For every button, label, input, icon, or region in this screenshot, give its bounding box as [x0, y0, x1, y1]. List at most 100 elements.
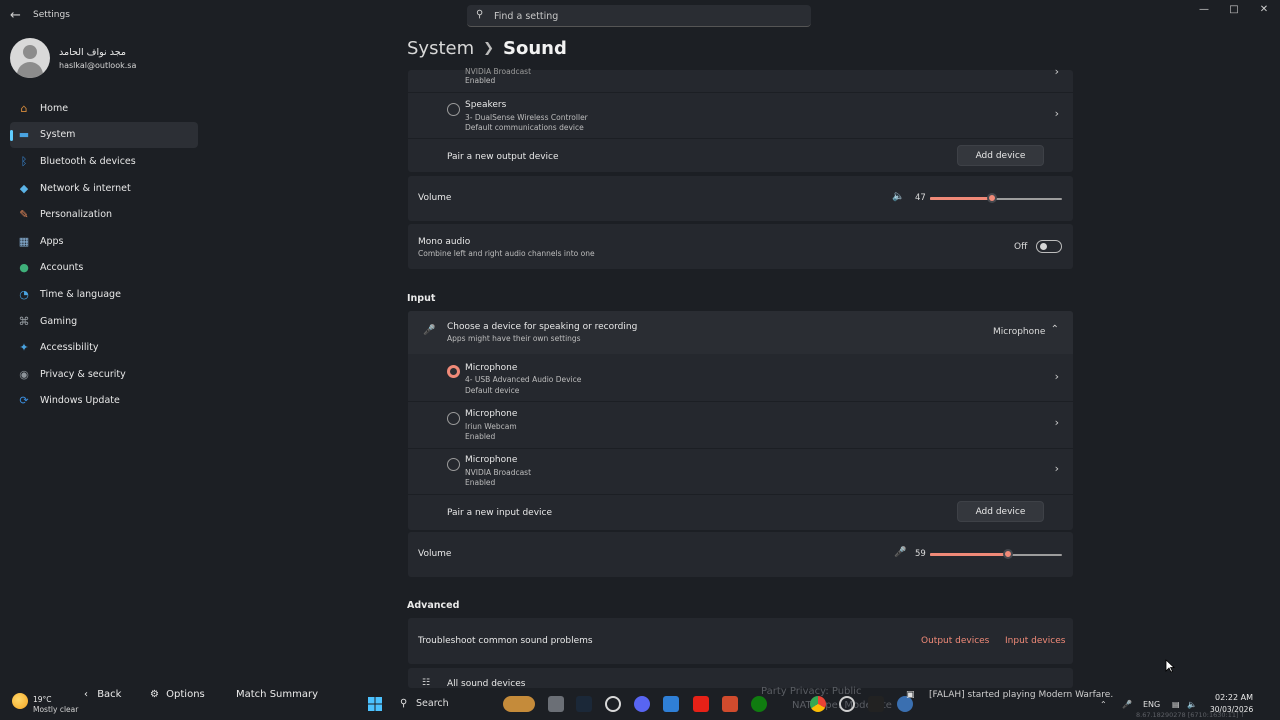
- wifi-icon: ◆: [19, 181, 29, 195]
- chevron-left-icon: ‹: [84, 689, 88, 700]
- input-device-radio[interactable]: [447, 458, 460, 471]
- windows-start-icon[interactable]: [367, 696, 383, 712]
- sidebar-nav: ⌂ Home ▬ System ᛒ Bluetooth & devices ◆ Network…: [10, 95, 198, 414]
- breadcrumb-parent[interactable]: System: [407, 38, 474, 59]
- input-devices-link[interactable]: Input devices: [1005, 636, 1065, 646]
- sidebar-item-label: Accessibility: [40, 342, 99, 354]
- taskbar-search-label[interactable]: Search: [416, 698, 449, 709]
- chevron-right-icon[interactable]: ›: [1055, 65, 1059, 78]
- sidebar-item-label: Network & internet: [40, 182, 131, 194]
- game-app-icon[interactable]: [722, 696, 738, 712]
- mouse-cursor-icon: [1165, 659, 1175, 673]
- add-output-device-button[interactable]: Add device: [957, 145, 1044, 166]
- minimize-icon[interactable]: —: [1194, 4, 1214, 15]
- volume-tray-icon[interactable]: 🔈: [1187, 700, 1197, 709]
- input-device-radio[interactable]: [447, 412, 460, 425]
- mono-audio-state: Off: [1014, 242, 1028, 252]
- bluetooth-icon: ᛒ: [20, 154, 28, 168]
- weather-icon: [12, 693, 28, 709]
- speakers-row[interactable]: Speakers 3- DualSense Wireless Controlle…: [408, 93, 1073, 138]
- sidebar-item-gaming[interactable]: ⌘ Gaming: [10, 308, 198, 335]
- app-icon[interactable]: [663, 696, 679, 712]
- back-arrow-icon[interactable]: ←: [10, 8, 24, 23]
- choose-input-title: Choose a device for speaking or recordin…: [447, 322, 638, 332]
- chevron-right-icon[interactable]: ›: [1055, 107, 1059, 120]
- sidebar-item-network-internet[interactable]: ◆ Network & internet: [10, 175, 198, 202]
- add-input-device-button[interactable]: Add device: [957, 501, 1044, 522]
- sidebar-item-privacy-security[interactable]: ◉ Privacy & security: [10, 361, 198, 388]
- discord-icon[interactable]: [634, 696, 650, 712]
- partial-device-status: Enabled: [465, 76, 496, 85]
- input-device-row[interactable]: Microphone 4- USB Advanced Audio Device …: [408, 355, 1073, 401]
- overlay-back-button[interactable]: ‹ Back: [84, 689, 121, 700]
- widget-image-icon[interactable]: [503, 696, 535, 712]
- speakers-radio[interactable]: [447, 103, 460, 116]
- clock-globe-icon: ◔: [19, 287, 29, 301]
- partial-device-name: NVIDIA Broadcast: [465, 67, 532, 76]
- input-device-row[interactable]: Microphone NVIDIA Broadcast Enabled ›: [408, 449, 1073, 494]
- mono-audio-toggle[interactable]: [1036, 240, 1062, 253]
- sidebar-item-system[interactable]: ▬ System: [10, 121, 198, 149]
- search-input[interactable]: [494, 8, 794, 24]
- chevron-up-icon[interactable]: ⌃: [1051, 324, 1059, 335]
- chevron-right-icon[interactable]: ›: [1055, 370, 1059, 383]
- input-device-row[interactable]: Microphone Iriun Webcam Enabled ›: [408, 402, 1073, 448]
- chevron-right-icon[interactable]: ›: [1055, 416, 1059, 429]
- steam-icon[interactable]: [576, 696, 592, 712]
- overlay-match-summary-button[interactable]: Match Summary: [236, 689, 318, 700]
- modern-warfare-icon[interactable]: [868, 696, 884, 712]
- output-volume-thumb[interactable]: [987, 193, 998, 203]
- input-volume-card: Volume 🎤 59: [408, 532, 1073, 577]
- sidebar-item-label: Windows Update: [40, 395, 120, 407]
- tray-chevron-up-icon[interactable]: ⌃: [1100, 700, 1107, 709]
- sidebar-item-bluetooth-devices[interactable]: ᛒ Bluetooth & devices: [10, 148, 198, 175]
- overlay-options-button[interactable]: ⚙ Options: [150, 689, 205, 700]
- sidebar-item-windows-update[interactable]: ⟳ Windows Update: [10, 388, 198, 415]
- page-title: Sound: [503, 38, 567, 59]
- tray-mic-icon[interactable]: 🎤: [1122, 700, 1132, 709]
- controller-icon: ⌘: [18, 314, 30, 328]
- xbox-icon[interactable]: [751, 696, 767, 712]
- sidebar-item-label: Accounts: [40, 262, 84, 274]
- sidebar-item-label: Time & language: [40, 288, 121, 300]
- weather-desc: Mostly clear: [33, 705, 79, 714]
- accessibility-icon: ✦: [19, 341, 29, 355]
- title-bar: ← Settings ⚲ — □ ✕: [0, 0, 1280, 32]
- input-volume-thumb[interactable]: [1002, 549, 1013, 559]
- speaker-icon[interactable]: 🔈: [892, 191, 904, 202]
- sidebar-item-personalization[interactable]: ✎ Personalization: [10, 201, 198, 228]
- search-box[interactable]: ⚲: [467, 5, 811, 27]
- all-sound-devices-row[interactable]: ☷ All sound devices: [408, 668, 1073, 688]
- output-devices-link[interactable]: Output devices: [921, 636, 989, 646]
- sidebar-item-accounts[interactable]: ● Accounts: [10, 255, 198, 282]
- selected-input: Microphone: [993, 327, 1046, 337]
- close-icon[interactable]: ✕: [1254, 4, 1274, 15]
- language-indicator[interactable]: ENG: [1143, 700, 1160, 709]
- chevron-right-icon[interactable]: ›: [1055, 462, 1059, 475]
- choose-input-row[interactable]: 🎤 Choose a device for speaking or record…: [408, 311, 1073, 354]
- network-icon[interactable]: ▤: [1172, 700, 1180, 709]
- sync-icon[interactable]: [605, 696, 621, 712]
- sidebar-item-time-language[interactable]: ◔ Time & language: [10, 281, 198, 308]
- file-explorer-icon[interactable]: [548, 696, 564, 712]
- sidebar-item-label: Apps: [40, 235, 64, 247]
- avatar-head: [23, 45, 37, 59]
- microphone-icon[interactable]: 🎤: [894, 547, 906, 558]
- maximize-icon[interactable]: □: [1224, 4, 1244, 15]
- sidebar-item-accessibility[interactable]: ✦ Accessibility: [10, 334, 198, 361]
- sidebar-item-apps[interactable]: ▦ Apps: [10, 228, 198, 255]
- chat-icon: ▣: [906, 690, 915, 700]
- sidebar-item-home[interactable]: ⌂ Home: [10, 95, 198, 122]
- sidebar-item-label: Home: [40, 102, 69, 114]
- weather-temp: 19°C: [33, 695, 52, 704]
- input-device-radio[interactable]: [447, 365, 460, 378]
- taskbar-search-icon[interactable]: ⚲: [400, 698, 407, 709]
- youtube-icon[interactable]: [693, 696, 709, 712]
- obs-icon[interactable]: [839, 696, 855, 712]
- user-name: مجد نواف الحامد: [59, 47, 126, 58]
- chrome-icon[interactable]: [810, 696, 826, 712]
- output-volume-value: 47: [915, 193, 926, 203]
- overlay-back-label: Back: [97, 689, 122, 700]
- avatar[interactable]: [10, 38, 50, 78]
- clock-time[interactable]: 02:22 AM: [1215, 693, 1253, 702]
